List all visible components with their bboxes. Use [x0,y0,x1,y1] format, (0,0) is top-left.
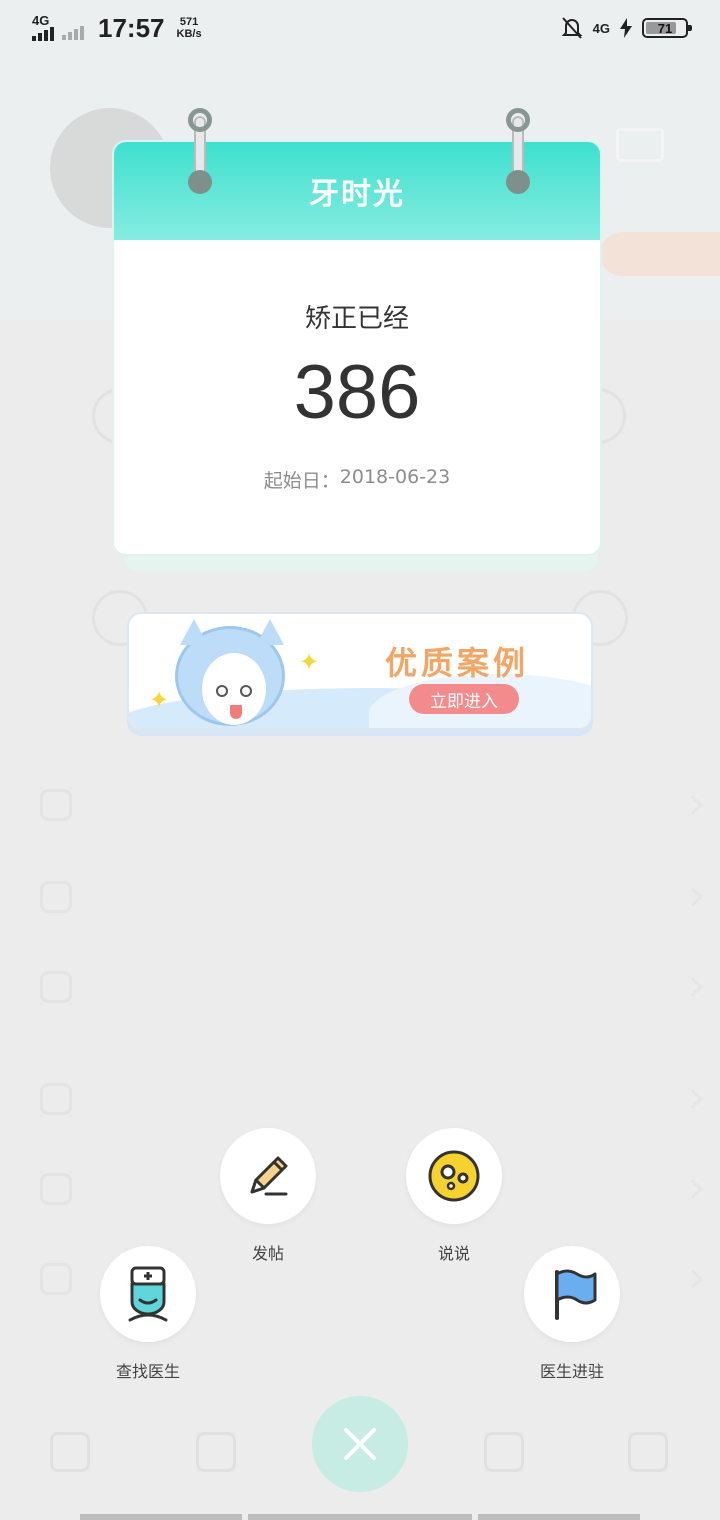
tab-home [40,1432,100,1472]
user-icon [628,1432,668,1472]
banner-title: 优质案例 [385,644,530,682]
speed-unit: KB/s [176,28,202,40]
menu-icon [40,1083,72,1115]
nav-gesture-bar[interactable] [478,1514,640,1520]
start-date-row: 起始日： 2018-06-23 [114,466,600,493]
doctor-join-action[interactable]: 医生进驻 [502,1246,642,1382]
calendar-ring-right [506,108,530,194]
calendar-ring-left [188,108,212,194]
chevron-right-icon [683,1269,703,1289]
bell-muted-icon [561,17,583,39]
menu-icon [40,971,72,1003]
start-date-label: 起始日： [263,470,340,492]
quality-cases-banner[interactable]: ✦ ✦ 优质案例 立即进入 [127,612,593,730]
battery-level: 71 [657,20,673,36]
badge-pill [600,232,720,276]
days-count: 386 [293,350,421,435]
tab-me [618,1432,678,1472]
home-icon [50,1432,90,1472]
say-action[interactable]: 说说 [384,1128,524,1264]
sparkle-icon: ✦ [299,648,320,676]
flag-icon [555,1269,597,1320]
tooth-time-calendar-card[interactable]: 牙时光 矫正已经 386 起始日： 2018-06-23 [112,140,602,556]
nav-gesture-bar[interactable] [248,1514,472,1520]
nav-gesture-bar[interactable] [80,1514,242,1520]
signal-bars-icon [32,27,54,41]
chevron-right-icon [683,887,703,907]
network-type: 4G [32,13,50,28]
network-speed: 571 KB/s [177,16,202,40]
menu-icon [40,789,72,821]
speed-value: 571 [179,16,199,28]
find-doctor-button[interactable] [100,1246,196,1342]
clock: 17:57 [98,12,165,43]
close-menu-button[interactable] [312,1396,408,1492]
post-action[interactable]: 发帖 [198,1128,338,1264]
close-icon [344,1428,376,1460]
menu-item [40,962,703,1012]
mascot-cat-illustration [175,619,285,726]
menu-icon [40,881,72,913]
chevron-right-icon [683,977,703,997]
chevron-right-icon [683,795,703,815]
battery-icon: 71 [642,18,692,38]
menu-icon [40,1173,72,1205]
menu-item [40,780,703,830]
post-label: 发帖 [251,1244,284,1263]
calendar-caption: 矫正已经 [304,304,409,334]
signal-indicator: 4G [32,13,54,41]
chevron-right-icon [683,1089,703,1109]
chat-icon [196,1432,236,1472]
signal-bars-secondary-icon [62,26,84,40]
menu-icon [40,1263,72,1295]
menu-item [40,872,703,922]
sparkle-icon: ✦ [149,686,170,714]
menu-item [40,1164,703,1214]
network-type-right: 4G [592,20,610,36]
tab-community [186,1432,246,1472]
doctor-join-button[interactable] [524,1246,620,1342]
post-button[interactable] [220,1128,316,1224]
pencil-icon [250,1156,288,1196]
status-bar: 4G 17:57 571 KB/s 4G 71 [0,0,720,56]
find-doctor-label: 查找医生 [115,1362,180,1381]
charging-icon [620,18,632,38]
chevron-right-icon [683,1179,703,1199]
speech-bubble-icon [428,1150,480,1202]
tab-discover [474,1432,534,1472]
compass-icon [484,1432,524,1472]
menu-item [40,1074,703,1124]
say-button[interactable] [406,1128,502,1224]
doctor-join-label: 医生进驻 [539,1362,604,1381]
start-date-value: 2018-06-23 [339,466,451,488]
nurse-doctor-icon [128,1266,168,1322]
find-doctor-action[interactable]: 查找医生 [78,1246,218,1382]
enter-now-button[interactable]: 立即进入 [409,684,519,714]
mail-icon [616,128,664,162]
calendar-title: 牙时光 [309,177,405,212]
